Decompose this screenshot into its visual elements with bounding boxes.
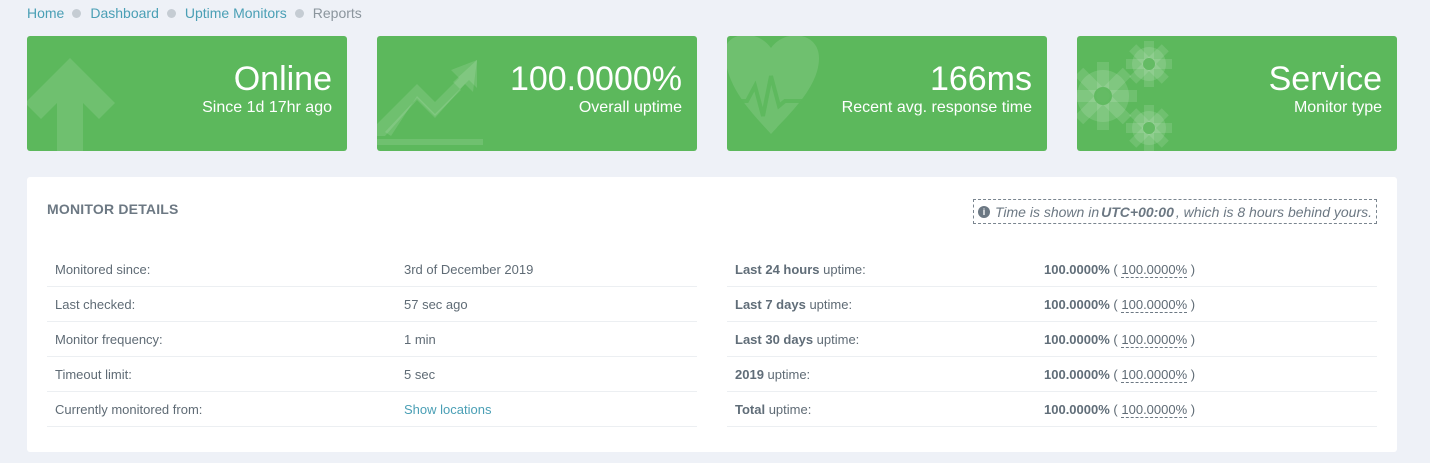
- info-icon: i: [977, 205, 990, 218]
- paren-close: ): [1190, 332, 1196, 347]
- timezone-note-prefix: Time is shown in: [994, 203, 1100, 220]
- period-suffix: uptime:: [805, 297, 853, 312]
- period-suffix: uptime:: [819, 262, 866, 277]
- row-value: 1 min: [404, 332, 436, 347]
- breadcrumb-home[interactable]: Home: [27, 5, 64, 21]
- paren-open: (: [1113, 297, 1118, 312]
- breadcrumb-reports: Reports: [312, 5, 362, 21]
- breadcrumb: Home Dashboard Uptime Monitors Reports: [27, 4, 362, 22]
- monitor-type-value: Service: [1268, 60, 1382, 98]
- uptime-tooltip-value[interactable]: 100.0000%: [1121, 262, 1188, 278]
- uptime-tooltip-value[interactable]: 100.0000%: [1121, 367, 1188, 383]
- uptime-tooltip-value[interactable]: 100.0000%: [1121, 332, 1188, 348]
- show-locations-link[interactable]: Show locations: [404, 392, 491, 427]
- paren-open: (: [1113, 332, 1118, 347]
- row-value: 100.0000% ( 100.0000% ): [1044, 357, 1195, 392]
- uptime-card: 100.0000% Overall uptime: [377, 36, 697, 151]
- uptime-percent: 100.0000%: [1044, 402, 1110, 417]
- paren-open: (: [1113, 262, 1118, 277]
- breadcrumb-separator: [294, 8, 304, 18]
- uptime-label: Overall uptime: [578, 99, 682, 116]
- response-time-label: Recent avg. response time: [841, 99, 1032, 116]
- uptime-percent: 100.0000%: [1044, 262, 1110, 277]
- paren-close: ): [1190, 402, 1196, 417]
- uptime-percent: 100.0000%: [1044, 297, 1110, 312]
- breadcrumb-uptime-monitors[interactable]: Uptime Monitors: [185, 5, 287, 21]
- breadcrumb-dashboard[interactable]: Dashboard: [90, 5, 159, 21]
- status-card: Online Since 1d 17hr ago: [27, 36, 347, 151]
- table-row: Currently monitored from: Show locations: [47, 392, 697, 427]
- table-row: Last 24 hours uptime: 100.0000% ( 100.00…: [727, 252, 1377, 287]
- gears-icon: [1077, 41, 1172, 151]
- status-label: Since 1d 17hr ago: [202, 99, 332, 116]
- row-value: 57 sec ago: [404, 297, 468, 312]
- uptime-value: 100.0000%: [509, 60, 682, 98]
- breadcrumb-separator: [166, 8, 176, 18]
- row-value: 3rd of December 2019: [404, 262, 534, 277]
- uptime-tooltip-value[interactable]: 100.0000%: [1121, 297, 1188, 313]
- table-row: 2019 uptime: 100.0000% ( 100.0000% ): [727, 357, 1377, 392]
- row-value: 100.0000% ( 100.0000% ): [1044, 322, 1195, 357]
- uptime-tooltip-value[interactable]: 100.0000%: [1121, 402, 1188, 418]
- period-suffix: uptime:: [765, 402, 812, 417]
- table-row: Monitored since: 3rd of December 2019: [47, 252, 697, 287]
- timezone-note-suffix: , which is 8 hours behind yours.: [1175, 203, 1372, 220]
- period-label: 2019: [735, 367, 764, 382]
- paren-close: ): [1190, 262, 1196, 277]
- uptime-percent: 100.0000%: [1044, 332, 1110, 347]
- heartbeat-icon: [727, 36, 827, 134]
- table-row: Monitor frequency: 1 min: [47, 322, 697, 357]
- breadcrumb-separator: [72, 8, 82, 18]
- row-key: Currently monitored from:: [55, 402, 203, 417]
- arrow-up-icon: [27, 58, 115, 151]
- row-value: 5 sec: [404, 367, 436, 382]
- period-suffix: uptime:: [763, 367, 811, 382]
- period-label: Last 7 days: [735, 297, 806, 312]
- panel-title: MONITOR DETAILS: [47, 201, 179, 217]
- row-key: Last 24 hours uptime:: [735, 252, 866, 287]
- row-key: 2019 uptime:: [735, 357, 810, 392]
- row-key: Last 7 days uptime:: [735, 287, 852, 322]
- monitor-info-table: Monitored since: 3rd of December 2019 La…: [47, 252, 697, 427]
- timezone-note: i Time is shown in UTC+00:00 , which is …: [972, 199, 1377, 224]
- period-suffix: uptime:: [813, 332, 860, 347]
- paren-close: ): [1190, 367, 1196, 382]
- stat-cards: Online Since 1d 17hr ago 100.0000% Overa…: [27, 36, 1397, 151]
- table-row: Last 30 days uptime: 100.0000% ( 100.000…: [727, 322, 1377, 357]
- paren-close: ): [1190, 297, 1196, 312]
- row-value: 100.0000% ( 100.0000% ): [1044, 287, 1195, 322]
- period-label: Last 30 days: [735, 332, 814, 347]
- table-row: Last checked: 57 sec ago: [47, 287, 697, 322]
- table-row: Timeout limit: 5 sec: [47, 357, 697, 392]
- trending-up-icon: [377, 60, 483, 145]
- row-key: Monitor frequency:: [55, 332, 163, 347]
- table-row: Last 7 days uptime: 100.0000% ( 100.0000…: [727, 287, 1377, 322]
- monitor-details-panel: MONITOR DETAILS i Time is shown in UTC+0…: [27, 177, 1397, 452]
- timezone-value: UTC+00:00: [1101, 203, 1174, 220]
- paren-open: (: [1113, 367, 1118, 382]
- row-key: Total uptime:: [735, 392, 811, 427]
- row-value: 100.0000% ( 100.0000% ): [1044, 392, 1195, 427]
- response-time-value: 166ms: [929, 60, 1032, 98]
- paren-open: (: [1113, 402, 1118, 417]
- uptime-table: Last 24 hours uptime: 100.0000% ( 100.00…: [727, 252, 1377, 427]
- row-key: Monitored since:: [55, 262, 151, 277]
- row-key: Last checked:: [55, 297, 136, 312]
- row-key: Timeout limit:: [55, 367, 132, 382]
- response-time-card: 166ms Recent avg. response time: [727, 36, 1047, 151]
- period-label: Last 24 hours: [735, 262, 820, 277]
- period-label: Total: [735, 402, 766, 417]
- row-value: 100.0000% ( 100.0000% ): [1044, 252, 1195, 287]
- status-value: Online: [233, 60, 332, 98]
- table-row: Total uptime: 100.0000% ( 100.0000% ): [727, 392, 1377, 427]
- uptime-percent: 100.0000%: [1044, 367, 1110, 382]
- row-key: Last 30 days uptime:: [735, 322, 859, 357]
- monitor-type-card: Service Monitor type: [1077, 36, 1397, 151]
- monitor-type-label: Monitor type: [1293, 99, 1382, 116]
